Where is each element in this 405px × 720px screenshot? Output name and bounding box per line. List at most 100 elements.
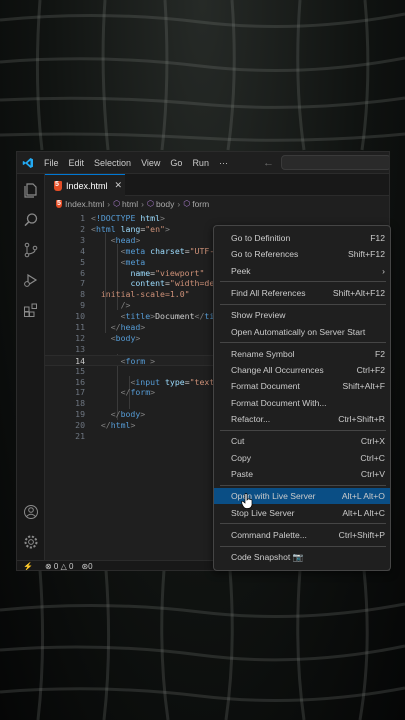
run-debug-icon[interactable] — [23, 272, 39, 288]
menu-separator — [220, 303, 386, 305]
line-number: 12 — [75, 332, 85, 343]
menu-item-show-preview[interactable]: Show Preview — [214, 307, 390, 323]
menu-run[interactable]: Run — [187, 158, 214, 168]
code-text: </html> — [100, 420, 136, 431]
menu-item-rename-symbol[interactable]: Rename Symbol F2 — [214, 346, 390, 362]
symbol-element-icon: ⬡ — [183, 199, 191, 208]
search-icon[interactable] — [23, 212, 39, 228]
menu-item-command-palette[interactable]: Command Palette... Ctrl+Shift+P — [214, 527, 390, 543]
menu-item-label: Code Snapshot 📷 — [231, 551, 304, 562]
tab-index-html[interactable]: Index.html ✕ — [45, 174, 125, 196]
breadcrumb-form[interactable]: form — [192, 199, 209, 209]
menu-item-label: Refactor... — [231, 414, 271, 424]
menu-item-go-to-references[interactable]: Go to References Shift+F12 — [214, 246, 390, 262]
code-text: <input type="text" p — [130, 376, 229, 387]
extensions-icon[interactable] — [23, 302, 39, 318]
menu-item-paste[interactable]: Paste Ctrl+V — [214, 466, 390, 482]
line-number: 20 — [75, 420, 85, 431]
menu-item-shortcut: Ctrl+C — [360, 452, 385, 463]
tab-label: Index.html — [66, 180, 108, 191]
line-number: 18 — [75, 398, 85, 409]
vscode-logo-icon — [17, 152, 39, 174]
menu-item-go-to-definition[interactable]: Go to Definition F12 — [214, 230, 390, 246]
code-text: <!DOCTYPE html> — [91, 213, 165, 223]
menu-item-change-all-occurrences[interactable]: Change All Occurrences Ctrl+F2 — [214, 362, 390, 378]
ports-indicator[interactable]: ⊛0 — [81, 562, 92, 570]
menu-item-label: Format Document With... — [231, 397, 327, 408]
code-text: </form> — [120, 387, 156, 398]
menu-item-shortcut: Ctrl+F2 — [356, 365, 385, 376]
warning-icon: △ — [60, 562, 67, 571]
remote-icon[interactable]: ⚡ — [23, 562, 33, 570]
source-control-icon[interactable] — [23, 242, 39, 258]
symbol-element-icon: ⬡ — [113, 199, 121, 208]
menu-item-code-snapshot[interactable]: Code Snapshot 📷 — [214, 549, 390, 565]
code-text: <meta charset="UTF-8" — [120, 245, 225, 256]
breadcrumb: Index.html › ⬡ html › ⬡ body › ⬡ form — [45, 196, 389, 211]
code-line[interactable]: 1 <!DOCTYPE html> — [45, 213, 389, 224]
menu-item-refactor[interactable]: Refactor... Ctrl+Shift+R — [214, 411, 390, 427]
menu-item-shortcut: Shift+Alt+F12 — [332, 287, 385, 298]
code-text: name="viewport" — [130, 267, 205, 278]
html5-file-icon — [56, 199, 62, 208]
html5-file-icon — [54, 180, 62, 191]
menu-item-label: Stop Live Server — [231, 507, 295, 518]
menu-item-shortcut: Shift+Alt+F — [342, 381, 385, 392]
menu-item-label: Command Palette... — [231, 529, 307, 540]
breadcrumb-body[interactable]: body — [156, 199, 174, 209]
menu-item-find-all-references[interactable]: Find All References Shift+Alt+F12 — [214, 285, 390, 301]
close-tab-icon[interactable]: ✕ — [115, 180, 123, 191]
code-text: /> — [120, 300, 131, 311]
command-center-search[interactable] — [281, 155, 389, 170]
menu-item-format-document[interactable]: Format Document Shift+Alt+F — [214, 378, 390, 394]
menu-item-label: Go to Definition — [231, 233, 291, 243]
breadcrumb-file[interactable]: Index.html — [65, 199, 104, 209]
chevron-right-icon: › — [141, 198, 144, 209]
title-bar: File Edit Selection View Go Run ··· ←→ — [17, 152, 389, 174]
symbol-element-icon: ⬡ — [146, 199, 154, 208]
menu-item-label: Rename Symbol — [231, 348, 295, 359]
line-number: 2 — [80, 223, 85, 234]
menu-item-cut[interactable]: Cut Ctrl+X — [214, 433, 390, 449]
code-text: initial-scale=1.0" — [100, 289, 190, 300]
explorer-icon[interactable] — [23, 182, 39, 198]
menu-separator — [220, 342, 386, 344]
line-number: 21 — [75, 431, 85, 441]
chevron-right-icon: › — [177, 198, 181, 209]
menu-more[interactable]: ··· — [214, 158, 233, 168]
activity-bar — [17, 174, 45, 560]
menu-item-open-automatically-on-server-start[interactable]: Open Automatically on Server Start — [214, 324, 390, 340]
menu-separator — [220, 484, 386, 486]
menu-selection[interactable]: Selection — [89, 158, 136, 168]
code-text: <title>Document</title — [120, 311, 229, 322]
menu-item-label: Peek — [231, 265, 251, 276]
menu-item-shortcut: F2 — [374, 348, 385, 359]
code-text: <html lang="en"> — [91, 223, 170, 234]
hand-pointer-icon — [241, 493, 253, 509]
menu-separator — [220, 545, 386, 547]
code-text: </head> — [110, 322, 146, 332]
menu-file[interactable]: File — [39, 158, 64, 168]
back-arrow-icon[interactable]: ← — [263, 157, 282, 169]
breadcrumb-html[interactable]: html — [122, 199, 138, 209]
line-number: 17 — [75, 387, 85, 398]
line-number: 8 — [80, 289, 85, 300]
line-number: 1 — [80, 213, 85, 223]
menu-item-label: Change All Occurrences — [231, 365, 324, 376]
line-number: 15 — [75, 365, 85, 376]
menu-item-shortcut: Shift+F12 — [347, 249, 385, 260]
menu-go[interactable]: Go — [165, 158, 187, 168]
problems-indicator[interactable]: ⊗ 0 △ 0 — [45, 562, 73, 571]
menu-item-format-document-with[interactable]: Format Document With... — [214, 395, 390, 411]
menu-item-shortcut: Ctrl+X — [360, 436, 385, 447]
settings-gear-icon[interactable] — [23, 534, 39, 550]
line-number: 9 — [80, 300, 85, 311]
menu-item-copy[interactable]: Copy Ctrl+C — [214, 450, 390, 466]
menu-edit[interactable]: Edit — [64, 158, 90, 168]
menu-item-peek[interactable]: Peek › — [214, 263, 390, 279]
menu-view[interactable]: View — [136, 158, 165, 168]
menu-item-shortcut: Alt+L Alt+O — [341, 491, 385, 502]
account-icon[interactable] — [23, 504, 39, 520]
menu-item-label: Format Document — [231, 381, 300, 392]
menu-item-label: Open Automatically on Server Start — [231, 326, 366, 337]
